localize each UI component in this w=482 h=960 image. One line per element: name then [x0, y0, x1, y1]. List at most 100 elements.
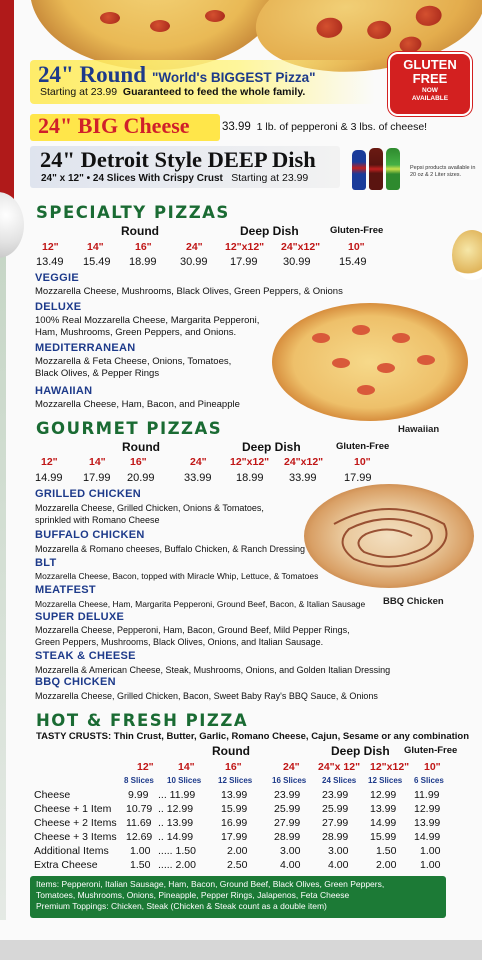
size-label: 10": [348, 241, 365, 253]
bbq-caption: BBQ Chicken: [383, 596, 444, 607]
bbq-chicken-pizza-photo: [304, 484, 474, 588]
gf-line4: AVAILABLE: [411, 95, 449, 102]
pizza-desc-grilled-chicken-1: Mozzarella Cheese, Grilled Chicken, Onio…: [35, 503, 264, 513]
detroit-subline: 24" x 12" • 24 Slices With Crispy Crust …: [41, 172, 308, 184]
price-cell: 15.99: [221, 803, 248, 815]
price-cell: 9.99: [128, 789, 149, 801]
price-cell: ..... 2.00: [158, 859, 196, 871]
pizza-desc-steak-cheese: Mozzarella & American Cheese, Steak, Mus…: [35, 665, 391, 675]
pizza-desc-deluxe-2: Ham, Mushrooms, Green Peppers, and Onion…: [35, 327, 237, 338]
specialty-group-deep: Deep Dish: [240, 224, 299, 238]
pizza-name-grilled-chicken: GRILLED CHICKEN: [35, 488, 141, 500]
pizza-desc-blt: Mozzarella Cheese, Bacon, topped with Mi…: [35, 571, 319, 581]
price-cell: 4.00: [280, 859, 301, 871]
size-label: 10": [354, 456, 371, 468]
price-value: 17.99: [344, 472, 372, 484]
size-label: 16": [135, 241, 152, 253]
pizza-name-deluxe: DELUXE: [35, 301, 82, 313]
gourmet-group-deep: Deep Dish: [242, 440, 301, 454]
price-cell: 13.99: [221, 789, 248, 801]
row-label: Extra Cheese: [34, 859, 98, 871]
size-label: 12": [41, 456, 58, 468]
price-cell: 12.69: [126, 831, 153, 843]
size-label: 12"x12": [225, 241, 265, 253]
price-cell: 4.00: [328, 859, 349, 871]
price-cell: 11.69: [126, 817, 152, 829]
price-cell: .. 14.99: [158, 831, 194, 843]
bbq-drizzle: [333, 508, 448, 568]
size-label: 12": [42, 241, 59, 253]
price-cell: ..... 1.50: [158, 845, 196, 857]
size-label: 16": [225, 761, 242, 773]
pizza-desc-buffalo-chicken: Mozzarella & Romano cheeses, Buffalo Chi…: [35, 544, 305, 554]
price-cell: 16.99: [221, 817, 248, 829]
pizza-desc-super-deluxe-2: Green Peppers, Mushrooms, Black Olives, …: [35, 637, 324, 647]
price-value: 18.99: [236, 472, 264, 484]
slice-count: 24 Slices: [322, 776, 357, 785]
big-cheese-price: 33.99: [222, 121, 251, 133]
price-value: 17.99: [83, 472, 111, 484]
specialty-title: SPECIALTY PIZZAS: [36, 203, 230, 222]
size-label: 24": [190, 456, 207, 468]
price-value: 17.99: [230, 256, 258, 268]
price-value: 14.99: [35, 472, 63, 484]
pizza-name-veggie: VEGGIE: [35, 272, 79, 284]
price-value: 20.99: [127, 472, 155, 484]
price-cell: 15.99: [370, 831, 397, 843]
gf-line3: NOW: [422, 87, 438, 94]
gourmet-group-gf: Gluten-Free: [336, 441, 390, 452]
price-cell: 13.99: [414, 817, 441, 829]
price-cell: 1.50: [376, 845, 397, 857]
price-cell: 1.00: [420, 859, 441, 871]
red-side-bar: [0, 0, 14, 220]
price-cell: 3.00: [280, 845, 301, 857]
pizza-name-mediterranean: MEDITERRANEAN: [35, 342, 136, 354]
price-cell: 1.50: [130, 859, 151, 871]
price-cell: .. 12.99: [158, 803, 194, 815]
hf-group-gf: Gluten-Free: [404, 745, 458, 756]
specialty-group-gf: Gluten-Free: [330, 225, 384, 236]
toppings-line-3: Premium Toppings: Chicken, Steak (Chicke…: [36, 901, 327, 911]
pizza-desc-veggie: Mozzarella Cheese, Mushrooms, Black Oliv…: [35, 286, 343, 297]
gf-line2: FREE: [412, 71, 448, 86]
toppings-box: Items: Pepperoni, Italian Sausage, Ham, …: [30, 876, 446, 918]
hawaiian-pizza-photo: [272, 303, 468, 421]
row-label: Cheese + 1 Item: [34, 803, 112, 815]
price-cell: 12.99: [414, 803, 441, 815]
size-label: 12"x12": [370, 761, 410, 773]
pizza-name-steak-cheese: STEAK & CHEESE: [35, 650, 136, 662]
price-cell: 11.99: [414, 789, 440, 801]
price-cell: 2.00: [227, 845, 248, 857]
row-label: Cheese + 2 Items: [34, 817, 117, 829]
slice-count: 10 Slices: [167, 776, 202, 785]
price-value: 33.99: [184, 472, 212, 484]
pepsi-note: Pepsi products available in 20 oz & 2 Li…: [410, 165, 476, 178]
price-cell: 25.99: [274, 803, 301, 815]
price-cell: 12.99: [370, 789, 397, 801]
price-cell: ... 11.99: [158, 789, 196, 801]
round-tagline: "World's BIGGEST Pizza": [152, 70, 316, 85]
pizza-desc-grilled-chicken-2: sprinkled with Romano Cheese: [35, 515, 160, 525]
gourmet-group-round: Round: [122, 440, 160, 454]
pizza-desc-hawaiian: Mozzarella Cheese, Ham, Bacon, and Pinea…: [35, 399, 240, 410]
price-value: 13.49: [36, 256, 64, 268]
price-cell: 27.99: [322, 817, 349, 829]
hawaiian-caption: Hawaiian: [398, 424, 440, 435]
detroit-size: 24" x 12" • 24 Slices With Crispy Crust: [41, 173, 223, 184]
price-cell: 28.99: [274, 831, 301, 843]
price-cell: 17.99: [221, 831, 248, 843]
price-cell: 27.99: [274, 817, 301, 829]
size-label: 10": [424, 761, 441, 773]
detroit-start: Starting at 23.99: [231, 172, 309, 184]
size-label: 14": [178, 761, 195, 773]
price-value: 30.99: [283, 256, 311, 268]
size-label: 24"x 12": [318, 761, 361, 773]
hot-fresh-title: HOT & FRESH PIZZA: [36, 711, 249, 730]
price-cell: 10.79: [126, 803, 153, 815]
pizza-name-bbq-chicken: BBQ CHICKEN: [35, 676, 116, 688]
round-start-price: Starting at 23.99: [40, 86, 118, 98]
slice-count: 12 Slices: [218, 776, 253, 785]
pizza-desc-mediterranean-1: Mozzarella & Feta Cheese, Onions, Tomato…: [35, 356, 232, 367]
price-cell: 1.00: [420, 845, 441, 857]
price-cell: 2.00: [376, 859, 397, 871]
